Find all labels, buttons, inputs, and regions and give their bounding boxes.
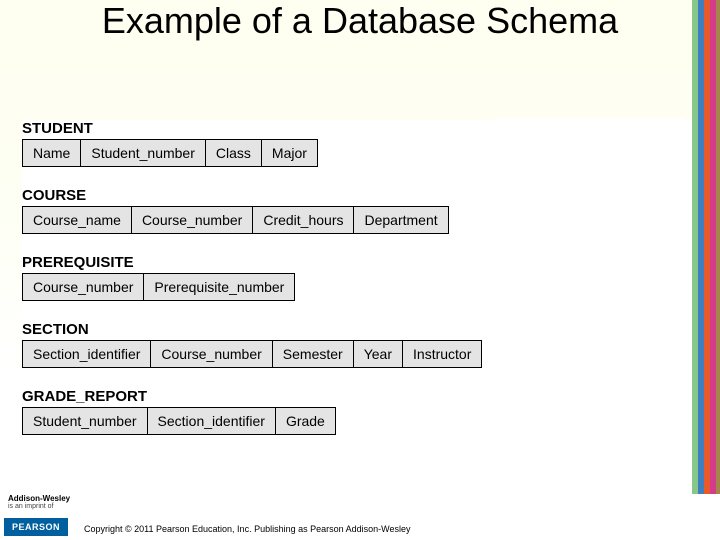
schema-diagram: STUDENT Name Student_number Class Major … bbox=[22, 120, 692, 455]
schema-column: Department bbox=[354, 207, 448, 234]
schema-table: Course_name Course_number Credit_hours D… bbox=[22, 206, 449, 234]
schema-column: Course_number bbox=[23, 274, 144, 301]
schema-column: Section_identifier bbox=[147, 408, 275, 435]
footer: Addison-Wesley is an imprint of PEARSON … bbox=[0, 494, 720, 540]
schema-column: Major bbox=[261, 140, 317, 167]
imprint: Addison-Wesley is an imprint of bbox=[8, 495, 70, 510]
stripe-band bbox=[716, 0, 720, 540]
schema-section: SECTION Section_identifier Course_number… bbox=[22, 321, 692, 368]
imprint-name: Addison-Wesley bbox=[8, 494, 70, 503]
page-title: Example of a Database Schema bbox=[0, 0, 720, 40]
schema-column: Course_number bbox=[151, 341, 272, 368]
schema-student: STUDENT Name Student_number Class Major bbox=[22, 120, 692, 167]
schema-table: Student_number Section_identifier Grade bbox=[22, 407, 336, 435]
schema-column: Section_identifier bbox=[23, 341, 151, 368]
schema-table: Course_number Prerequisite_number bbox=[22, 273, 295, 301]
schema-column: Name bbox=[23, 140, 81, 167]
decorative-stripe bbox=[692, 0, 720, 540]
schema-name: PREREQUISITE bbox=[22, 254, 692, 271]
schema-course: COURSE Course_name Course_number Credit_… bbox=[22, 187, 692, 234]
schema-column: Prerequisite_number bbox=[144, 274, 295, 301]
schema-column: Instructor bbox=[403, 341, 482, 368]
schema-grade-report: GRADE_REPORT Student_number Section_iden… bbox=[22, 388, 692, 435]
copyright-text: Copyright © 2011 Pearson Education, Inc.… bbox=[84, 524, 411, 534]
schema-table: Section_identifier Course_number Semeste… bbox=[22, 340, 482, 368]
schema-prerequisite: PREREQUISITE Course_number Prerequisite_… bbox=[22, 254, 692, 301]
schema-column: Course_name bbox=[23, 207, 132, 234]
schema-name: COURSE bbox=[22, 187, 692, 204]
schema-column: Course_number bbox=[131, 207, 252, 234]
schema-column: Semester bbox=[272, 341, 353, 368]
schema-column: Year bbox=[353, 341, 402, 368]
schema-name: GRADE_REPORT bbox=[22, 388, 692, 405]
schema-column: Grade bbox=[275, 408, 335, 435]
schema-column: Credit_hours bbox=[253, 207, 354, 234]
schema-column: Student_number bbox=[81, 140, 206, 167]
slide: Example of a Database Schema Figure 2.1 … bbox=[0, 0, 720, 540]
schema-name: SECTION bbox=[22, 321, 692, 338]
schema-column: Class bbox=[205, 140, 261, 167]
schema-name: STUDENT bbox=[22, 120, 692, 137]
schema-column: Student_number bbox=[23, 408, 148, 435]
imprint-sub: is an imprint of bbox=[8, 503, 70, 510]
schema-table: Name Student_number Class Major bbox=[22, 139, 318, 167]
publisher-badge: PEARSON bbox=[4, 518, 68, 536]
